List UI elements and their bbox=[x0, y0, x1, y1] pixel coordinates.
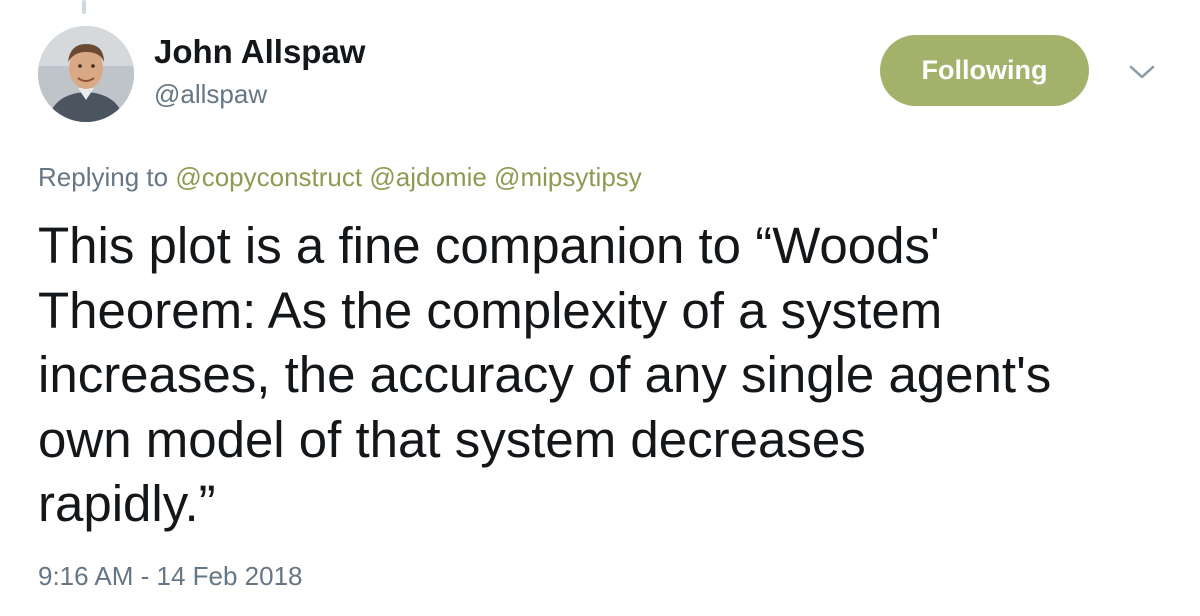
thread-connector-line bbox=[82, 0, 86, 14]
reply-context-prefix: Replying to bbox=[38, 162, 169, 192]
author-display-name[interactable]: John Allspaw bbox=[154, 32, 365, 72]
avatar[interactable] bbox=[38, 26, 134, 122]
tweet-text-line: Theorem: As the complexity of a system bbox=[38, 281, 943, 339]
tweet-timestamp[interactable]: 9:16 AM - 14 Feb 2018 bbox=[38, 559, 303, 593]
tweet-text: This plot is a fine companion to “Woods'… bbox=[38, 214, 1178, 537]
tweet-text-line: rapidly.” bbox=[38, 475, 216, 532]
tweet-text-line: own model of that system decreases bbox=[38, 410, 866, 468]
author-handle[interactable]: @allspaw bbox=[154, 78, 267, 110]
chevron-down-icon[interactable] bbox=[1128, 62, 1156, 82]
mention-link-mipsytipsy[interactable]: @mipsytipsy bbox=[494, 162, 642, 192]
tweet-text-line: increases, the accuracy of any single ag… bbox=[38, 346, 1052, 403]
mention-link-ajdomie[interactable]: @ajdomie bbox=[369, 162, 486, 192]
tweet-text-line: This plot is a fine companion to “Woods' bbox=[38, 217, 940, 274]
profile-photo-icon bbox=[38, 26, 134, 122]
reply-context: Replying to @copyconstruct @ajdomie @mip… bbox=[38, 160, 642, 194]
mention-link-copyconstruct[interactable]: @copyconstruct bbox=[175, 162, 362, 192]
following-button[interactable]: Following bbox=[880, 35, 1089, 106]
